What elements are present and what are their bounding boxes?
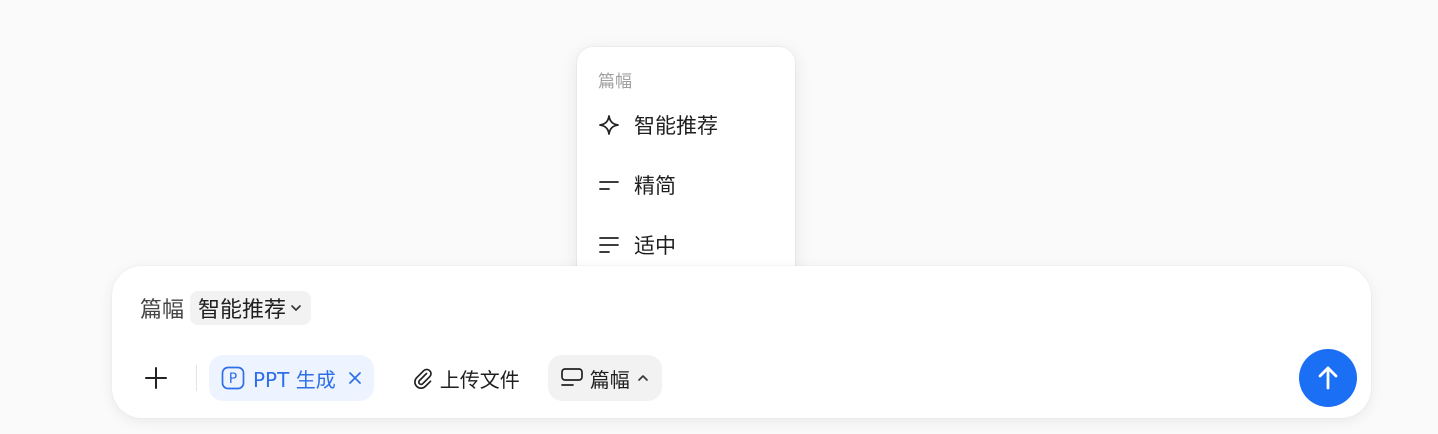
chevron-down-icon <box>291 305 301 311</box>
chevron-up-icon <box>637 375 648 381</box>
page: 篇幅 智能推荐 精简 适中 篇幅 智能推荐 P PPT 生成 上传文件 篇幅 <box>0 0 1438 434</box>
ppt-icon: P <box>221 366 245 390</box>
menu-item-smart-recommend[interactable]: 智能推荐 <box>585 100 787 150</box>
ppt-chip-label: PPT 生成 <box>253 367 336 392</box>
upload-file-label: 上传文件 <box>439 367 520 392</box>
length-param-value: 智能推荐 <box>198 298 287 323</box>
paperclip-icon <box>413 368 432 389</box>
length-button[interactable]: 篇幅 <box>547 355 662 401</box>
menu-item-concise[interactable]: 精简 <box>585 160 787 210</box>
send-button[interactable] <box>1299 349 1357 407</box>
length-param-selector[interactable]: 智能推荐 <box>190 291 312 325</box>
close-icon[interactable] <box>348 371 362 385</box>
sparkle-icon <box>598 114 620 136</box>
chat-composer: 篇幅 智能推荐 P PPT 生成 上传文件 篇幅 <box>112 266 1371 418</box>
menu-item-label: 适中 <box>634 234 676 258</box>
dropdown-header: 篇幅 <box>598 72 632 92</box>
length-button-label: 篇幅 <box>589 367 630 392</box>
menu-item-moderate[interactable]: 适中 <box>585 220 787 270</box>
lines-short-icon <box>598 174 620 196</box>
add-button[interactable] <box>136 358 176 398</box>
svg-text:P: P <box>229 371 237 387</box>
upload-file-button[interactable]: 上传文件 <box>400 355 532 401</box>
lines-medium-icon <box>598 234 620 256</box>
menu-item-label: 智能推荐 <box>634 114 718 138</box>
length-param-label: 篇幅 <box>140 298 185 323</box>
menu-item-label: 精简 <box>634 174 676 198</box>
plus-icon <box>145 367 167 389</box>
length-icon <box>560 368 583 386</box>
composer-toolbar: P PPT 生成 上传文件 篇幅 <box>140 349 1357 407</box>
arrow-up-icon <box>1318 366 1338 390</box>
toolbar-divider <box>196 365 197 391</box>
ppt-generate-chip[interactable]: P PPT 生成 <box>209 355 374 401</box>
length-param-row: 篇幅 智能推荐 <box>140 290 312 326</box>
